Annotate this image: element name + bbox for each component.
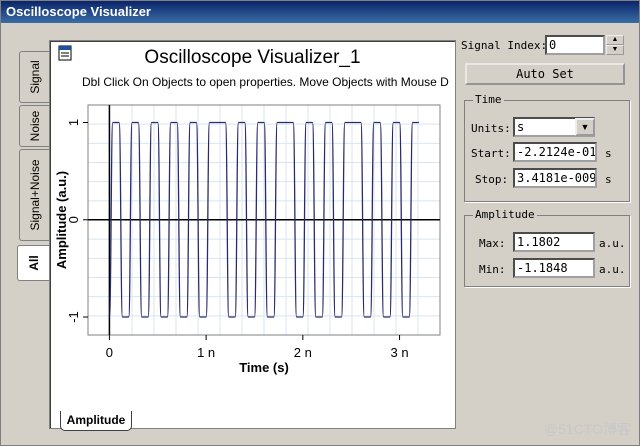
tab-noise[interactable]: Noise [19, 105, 49, 147]
window-client: Signal Noise Signal+Noise All Oscillosco… [5, 25, 637, 443]
min-label: Min: [479, 263, 506, 276]
auto-set-button[interactable]: Auto Set [465, 63, 625, 85]
max-unit: a.u. [599, 237, 626, 250]
tab-label: Noise [27, 110, 42, 142]
spin-up-icon[interactable]: ▲ [606, 35, 624, 45]
y-tick-label: 1 [66, 119, 81, 126]
time-group-title: Time [473, 93, 504, 106]
stop-label: Stop: [475, 173, 509, 186]
y-axis-label: Amplitude (a.u.) [54, 171, 69, 269]
min-unit: a.u. [599, 263, 626, 276]
tab-label: All [27, 255, 41, 271]
window-titlebar[interactable]: Oscilloscope Visualizer [1, 1, 639, 23]
amplitude-group-title: Amplitude [473, 208, 537, 221]
min-input[interactable]: -1.1848 [513, 258, 595, 278]
oscilloscope-window: Oscilloscope Visualizer Signal Noise Sig… [0, 0, 640, 446]
stop-unit: s [605, 173, 612, 186]
max-label: Max: [479, 237, 506, 250]
units-label: Units: [471, 122, 511, 135]
x-tick-label: 0 [106, 345, 113, 360]
signal-index-label: Signal Index: [461, 39, 548, 52]
start-unit: s [605, 147, 612, 160]
y-tick-label: -1 [66, 311, 81, 323]
x-tick-label: 2 n [294, 345, 312, 360]
x-axis-label: Time (s) [239, 360, 289, 375]
max-input[interactable]: 1.1802 [513, 232, 595, 252]
start-input[interactable]: -2.2124e-010 [513, 142, 597, 162]
tab-label: Signal+Noise [27, 159, 42, 231]
tab-amplitude[interactable]: Amplitude [60, 411, 132, 431]
oscilloscope-chart[interactable]: 01 n2 n3 n10-1Time (s)Amplitude (a.u.) [50, 93, 455, 403]
plot-instructions: Dbl Click On Objects to open properties.… [82, 75, 449, 89]
spin-down-icon[interactable]: ▼ [606, 45, 624, 55]
plot-panel: Oscilloscope Visualizer_1 Dbl Click On O… [49, 40, 456, 429]
watermark: @51CTO博客 [543, 421, 631, 437]
tab-all[interactable]: All [17, 245, 50, 281]
x-tick-label: 3 n [391, 345, 409, 360]
chevron-down-icon[interactable]: ▼ [575, 118, 595, 136]
plot-title: Oscilloscope Visualizer_1 [144, 47, 361, 68]
signal-index-input[interactable]: 0 [545, 35, 605, 55]
tab-signal[interactable]: Signal [19, 51, 49, 103]
tab-signal-noise[interactable]: Signal+Noise [19, 149, 49, 241]
start-label: Start: [471, 147, 511, 160]
x-tick-label: 1 n [197, 345, 215, 360]
tab-label: Signal [27, 60, 42, 94]
stop-input[interactable]: 3.4181e-009 [513, 168, 597, 188]
